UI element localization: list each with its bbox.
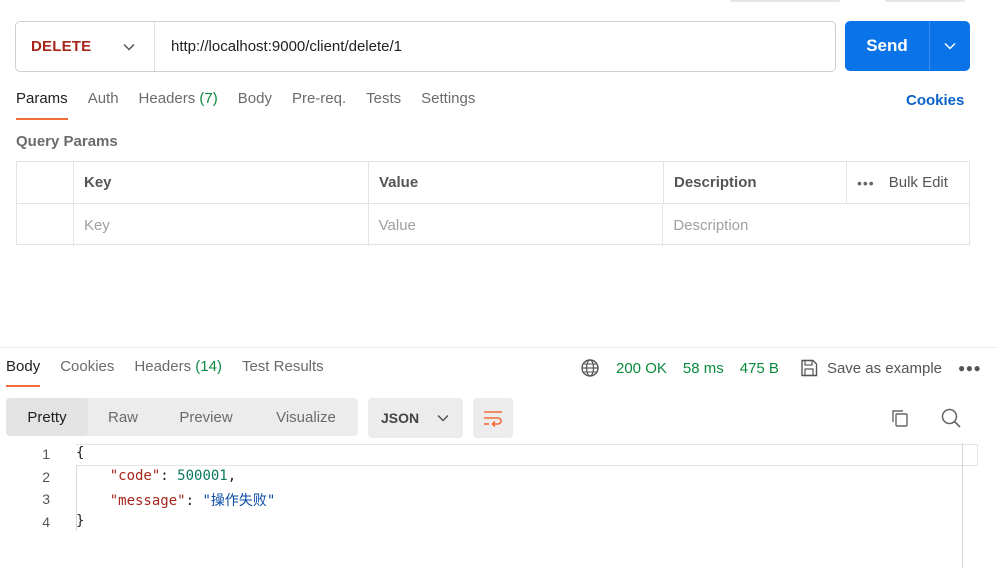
tab-label: Cookies [60, 358, 115, 375]
editor-scrollbar[interactable] [962, 443, 963, 568]
line-number: 2 [42, 469, 50, 485]
format-select[interactable]: JSON [368, 398, 463, 438]
more-options-icon[interactable]: ●●● [958, 361, 981, 375]
checkbox-column-header [17, 162, 74, 203]
code-line: } [76, 513, 84, 529]
column-header-key: Key [74, 162, 369, 203]
wrap-icon [484, 411, 502, 427]
tab-label: Test Results [241, 358, 324, 375]
status-code[interactable]: 200 OK [616, 360, 667, 377]
search-icon[interactable] [940, 407, 962, 432]
chevron-down-icon [437, 414, 449, 422]
tab-params[interactable]: Params [16, 90, 68, 120]
save-as-example-button[interactable]: Save as example [799, 358, 942, 378]
tab-test-results[interactable]: Test Results [242, 358, 324, 375]
save-icon [801, 359, 818, 377]
format-label: JSON [381, 410, 420, 426]
tab-headers[interactable]: Headers (7) [139, 90, 218, 112]
send-button-group: Send [845, 21, 970, 71]
view-pretty-button[interactable]: Pretty [6, 398, 88, 436]
key-input[interactable]: Key [74, 204, 369, 246]
response-time[interactable]: 58 ms [683, 360, 724, 377]
tab-label: Body [6, 358, 41, 375]
tab-label: Pre-req. [291, 90, 347, 107]
description-input[interactable]: Description [663, 204, 969, 246]
tab-label: Settings [421, 90, 476, 107]
tab-tests[interactable]: Tests [366, 90, 401, 112]
column-header-value: Value [369, 162, 664, 203]
save-as-example-label: Save as example [826, 359, 943, 377]
bulk-edit-button[interactable]: ••• Bulk Edit [857, 174, 948, 191]
query-params-table: Key Value Description ••• Bulk Edit Key … [16, 161, 970, 246]
response-tabs: Body Cookies Headers (14) Test Results [6, 358, 344, 387]
line-number: 3 [42, 491, 50, 507]
method-select[interactable]: DELETE [16, 22, 155, 71]
top-strip [885, 0, 965, 2]
tab-label: Tests [366, 90, 402, 107]
globe-icon[interactable] [580, 358, 600, 378]
view-preview-button[interactable]: Preview [158, 398, 254, 436]
table-row: Key Value Description [17, 204, 969, 246]
view-raw-button[interactable]: Raw [88, 398, 158, 436]
bulk-edit-label: Bulk Edit [888, 174, 948, 191]
chevron-down-icon [123, 43, 135, 51]
view-mode-selector: Pretty Raw Preview Visualize [6, 398, 358, 436]
method-label: DELETE [31, 38, 92, 55]
more-icon: ••• [857, 174, 875, 191]
top-strip [730, 0, 840, 2]
response-body-editor[interactable]: 1 2 3 4 { "code": 500001, "message": "操作… [0, 443, 998, 568]
view-visualize-button[interactable]: Visualize [254, 398, 358, 436]
column-header-description: Description [664, 162, 847, 203]
query-params-title: Query Params [16, 133, 118, 150]
response-size[interactable]: 475 B [740, 360, 779, 377]
tab-label: Headers [138, 90, 196, 107]
code-brace: } [76, 513, 85, 529]
json-key: "code" [109, 468, 161, 484]
tab-label: Params [16, 90, 68, 107]
tab-count: (14) [195, 358, 222, 375]
url-input[interactable] [155, 22, 835, 71]
code-line: "message": "操作失败" [109, 493, 276, 509]
json-key: "message" [109, 493, 186, 509]
tab-body[interactable]: Body [238, 90, 272, 112]
value-input[interactable]: Value [369, 204, 664, 246]
response-status: 200 OK 58 ms 475 B Save as example [580, 358, 942, 378]
tab-pre-request[interactable]: Pre-req. [292, 90, 346, 112]
code-brace: { [76, 445, 85, 461]
json-number: 500001 [177, 468, 228, 484]
send-options-button[interactable] [930, 21, 970, 71]
bulk-edit-cell: ••• Bulk Edit [847, 162, 969, 203]
tab-label: Auth [87, 90, 119, 107]
code-line: "code": 500001, [109, 468, 237, 484]
tab-response-headers[interactable]: Headers (14) [134, 358, 222, 375]
pane-divider[interactable] [0, 347, 998, 348]
wrap-lines-button[interactable] [473, 398, 513, 438]
current-line-highlight [76, 444, 978, 466]
line-number: 1 [42, 446, 50, 462]
row-checkbox-cell [17, 204, 74, 246]
copy-icon[interactable] [890, 408, 910, 431]
tab-response-body[interactable]: Body [6, 358, 41, 387]
request-bar: DELETE [15, 21, 836, 72]
send-button[interactable]: Send [845, 21, 930, 71]
tab-label: Headers [134, 358, 192, 375]
code-line: { [76, 445, 84, 461]
cookies-link[interactable]: Cookies [906, 92, 964, 109]
tab-label: Body [237, 90, 272, 107]
tab-settings[interactable]: Settings [421, 90, 475, 112]
json-string: "操作失败" [202, 493, 276, 509]
chevron-down-icon [944, 42, 956, 50]
request-tabs: Params Auth Headers (7) Body Pre-req. Te… [16, 90, 495, 120]
table-header-row: Key Value Description ••• Bulk Edit [17, 162, 969, 204]
line-number: 4 [42, 514, 50, 530]
tab-auth[interactable]: Auth [88, 90, 119, 112]
tab-response-cookies[interactable]: Cookies [60, 358, 114, 375]
tab-count: (7) [199, 90, 218, 107]
